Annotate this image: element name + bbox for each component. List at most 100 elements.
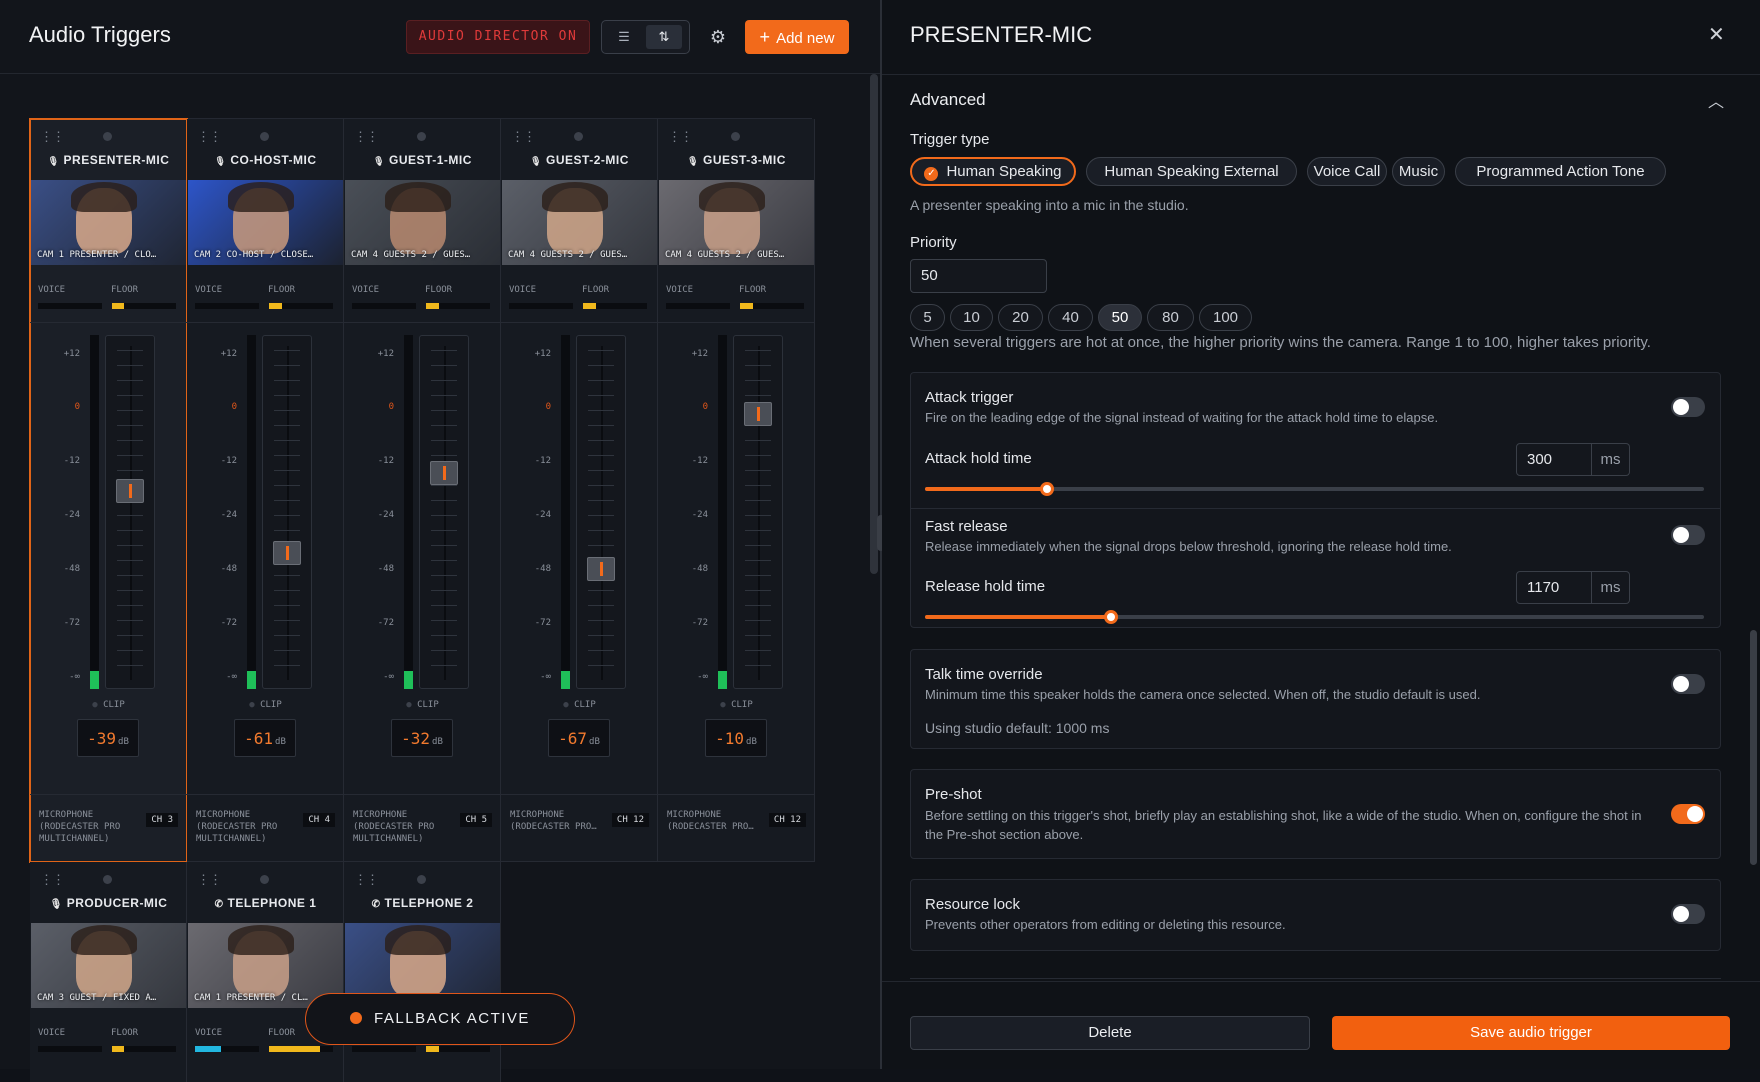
strip-thumbnail[interactable]: CAM 4 GUESTS 2 / GUES…	[345, 180, 500, 265]
strip-thumbnail[interactable]: CAM 4 GUESTS 2 / GUES…	[502, 180, 657, 265]
mixer-strip[interactable]: ⋮⋮ ✆ TELEPHONE 1 CAM 1 PRESENTER / CL… VOICE…	[187, 862, 344, 1082]
priority-preset-chip[interactable]: 10	[950, 304, 993, 331]
mixer-strip[interactable]: ⋮⋮ 🎙 GUEST-1-MIC CAM 4 GUESTS 2 / GUES… VOIC…	[344, 119, 501, 862]
delete-button[interactable]: Delete	[910, 1016, 1310, 1050]
attack-trigger-title: Attack trigger	[925, 389, 1014, 406]
attack-trigger-toggle[interactable]	[1671, 397, 1705, 417]
fader-knob[interactable]	[273, 541, 301, 566]
drag-handle-icon[interactable]: ⋮⋮	[197, 872, 222, 888]
mixer-strip[interactable]: ⋮⋮ 🎙 GUEST-3-MIC CAM 4 GUESTS 2 / GUES… VOIC…	[658, 119, 815, 862]
fader-track[interactable]	[262, 335, 312, 689]
strip-thumbnail[interactable]: CAM 4 GUESTS 2 / GUES…	[659, 180, 814, 265]
trigger-type-option[interactable]: Voice Call	[1307, 157, 1387, 186]
db-scale-label: 0	[74, 402, 80, 412]
panel-scrollbar[interactable]	[1750, 630, 1757, 865]
fader-groove	[758, 346, 760, 680]
fader-tick	[117, 395, 143, 396]
priority-preset-chip[interactable]: 80	[1147, 304, 1194, 331]
mixer-strip[interactable]: ⋮⋮ 🎙 PRESENTER-MIC CAM 1 PRESENTER / CLO… VO…	[29, 118, 188, 863]
audio-source: MICROPHONE (RODECASTER PRO MULTICHANNEL)	[39, 810, 121, 844]
trigger-detail-panel: PRESENTER-MIC ✕ Advanced ︿ Trigger type …	[882, 0, 1760, 1069]
strip-thumbnail[interactable]: CAM 2 CO-HOST / CLOSE…	[188, 180, 343, 265]
voice-label: VOICE	[38, 285, 66, 295]
drag-handle-icon[interactable]: ⋮⋮	[40, 872, 65, 888]
priority-preset-chip[interactable]: 5	[910, 304, 945, 331]
drag-handle-icon[interactable]: ⋮⋮	[40, 129, 65, 145]
priority-input[interactable]: 50	[910, 259, 1047, 293]
mixer-view-button[interactable]: ⇅	[646, 25, 682, 49]
fader-track[interactable]	[105, 335, 155, 689]
priority-preset-chip[interactable]: 100	[1199, 304, 1252, 331]
fader-tick	[117, 545, 143, 546]
fader-knob[interactable]	[587, 556, 615, 581]
trigger-type-option[interactable]: Programmed Action Tone	[1455, 157, 1666, 186]
strip-thumbnail[interactable]: CAM 1 PRESENTER / CLO…	[31, 180, 186, 265]
fader-tick	[431, 365, 457, 366]
fader-knob[interactable]	[744, 401, 772, 426]
strip-name: GUEST-3-MIC	[703, 153, 786, 167]
save-button[interactable]: Save audio trigger	[1332, 1016, 1730, 1050]
preshot-toggle[interactable]	[1671, 804, 1705, 824]
drag-handle-icon[interactable]: ⋮⋮	[668, 129, 693, 145]
attack-release-card: Attack trigger Fire on the leading edge …	[910, 372, 1721, 628]
fader-tick	[745, 620, 771, 621]
fader-track[interactable]	[733, 335, 783, 689]
db-readout: -67 dB	[548, 719, 610, 757]
fader-knob[interactable]	[116, 479, 144, 504]
fast-release-toggle[interactable]	[1671, 525, 1705, 545]
voice-level-bar	[38, 1046, 102, 1052]
attack-hold-label: Attack hold time	[925, 450, 1032, 467]
release-hold-slider-thumb[interactable]	[1104, 610, 1119, 624]
release-hold-slider[interactable]	[925, 610, 1704, 624]
mixer-strip[interactable]: ⋮⋮ 🎙 GUEST-2-MIC CAM 4 GUESTS 2 / GUES… VOIC…	[501, 119, 658, 862]
trigger-type-option[interactable]: ✓ Human Speaking	[910, 157, 1076, 186]
voice-level-bar	[38, 303, 102, 309]
mixer-strip[interactable]: ⋮⋮ 🎙 CO-HOST-MIC CAM 2 CO-HOST / CLOSE… VOIC…	[187, 119, 344, 862]
talk-time-toggle[interactable]	[1671, 674, 1705, 694]
resource-lock-card: Resource lock Prevents other operators f…	[910, 879, 1721, 951]
mixer-scrollbar[interactable]	[870, 74, 878, 574]
priority-preset-chip[interactable]: 40	[1048, 304, 1093, 331]
priority-preset-chip[interactable]: 20	[998, 304, 1043, 331]
trigger-type-option[interactable]: Human Speaking External	[1086, 157, 1297, 186]
close-button[interactable]: ✕	[1708, 22, 1725, 47]
list-view-button[interactable]: ☰	[606, 25, 642, 49]
mixer-strip[interactable]: ⋮⋮✆TELEPHONE 2VOICEFLOOR	[344, 862, 501, 1082]
priority-preset-chip[interactable]: 50	[1098, 304, 1142, 331]
attack-hold-slider-thumb[interactable]	[1040, 482, 1055, 496]
drag-handle-icon[interactable]: ⋮⋮	[354, 872, 379, 888]
drag-handle-icon[interactable]: ⋮⋮	[511, 129, 536, 145]
db-value: -10	[715, 729, 745, 748]
fader-tick	[745, 635, 771, 636]
add-new-button[interactable]: + Add new	[745, 20, 849, 54]
drag-handle-icon[interactable]: ⋮⋮	[197, 129, 222, 145]
floor-level-fill	[426, 303, 439, 309]
db-scale-label: -24	[377, 510, 394, 520]
chevron-up-icon[interactable]: ︿	[1708, 88, 1724, 112]
drag-handle-icon[interactable]: ⋮⋮	[354, 129, 379, 145]
db-scale-label: -72	[220, 618, 237, 628]
trigger-type-option[interactable]: Music	[1392, 157, 1445, 186]
audio-source: MICROPHONE (RODECASTER PRO MULTICHANNEL)	[196, 810, 278, 844]
fader-tick	[117, 605, 143, 606]
attack-hold-input[interactable]: 300	[1516, 443, 1592, 476]
trigger-type-label: Voice Call	[1313, 163, 1381, 180]
signal-meter	[90, 335, 99, 689]
fader-track[interactable]	[576, 335, 626, 689]
audio-director-status[interactable]: AUDIO DIRECTOR ON	[406, 20, 590, 54]
audio-source: MICROPHONE (RODECASTER PRO MULTICHANNEL)	[353, 810, 435, 844]
strip-divider	[30, 794, 187, 795]
status-led	[574, 132, 583, 141]
strip-divider	[344, 794, 501, 795]
status-led	[260, 875, 269, 884]
advanced-section-title[interactable]: Advanced	[910, 90, 986, 110]
attack-hold-slider[interactable]	[925, 482, 1704, 496]
strip-thumbnail[interactable]: CAM 3 GUEST / FIXED A…	[31, 923, 186, 1008]
floor-level-fill	[269, 1046, 321, 1052]
fader-track[interactable]	[419, 335, 469, 689]
mixer-strip[interactable]: ⋮⋮ 🎙 PRODUCER-MIC CAM 3 GUEST / FIXED A… VOI…	[30, 862, 187, 1082]
release-hold-input[interactable]: 1170	[1516, 571, 1592, 604]
settings-button[interactable]: ⚙	[706, 25, 730, 49]
resource-lock-toggle[interactable]	[1671, 904, 1705, 924]
fader-knob[interactable]	[430, 460, 458, 485]
